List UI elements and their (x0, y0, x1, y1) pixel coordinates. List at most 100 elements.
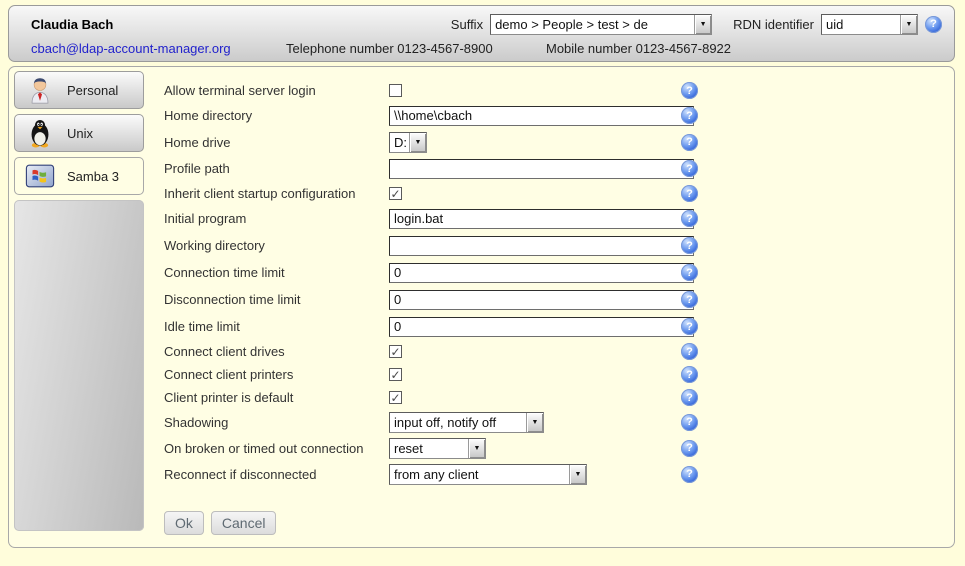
chevron-down-icon[interactable]: ▼ (468, 439, 485, 458)
select-value: reset (390, 439, 468, 458)
field-label: Allow terminal server login (164, 83, 389, 98)
form-row-client-printer-is-default: Client printer is default✓? (156, 386, 726, 409)
help-icon[interactable]: ? (681, 210, 698, 227)
chevron-down-icon[interactable]: ▼ (694, 15, 711, 34)
help-icon[interactable]: ? (681, 318, 698, 335)
help-icon[interactable]: ? (925, 16, 942, 33)
chevron-down-icon[interactable]: ▼ (569, 465, 586, 484)
help-icon[interactable]: ? (681, 414, 698, 431)
select-value: from any client (390, 465, 569, 484)
reconnect-if-disconnected-select[interactable]: from any client▼ (389, 464, 587, 485)
account-edit-panel: Personal Unix (8, 66, 955, 548)
select-value: input off, notify off (390, 413, 526, 432)
help-icon[interactable]: ? (681, 107, 698, 124)
person-icon (25, 75, 55, 105)
select-value: D: (390, 133, 409, 152)
help-icon[interactable]: ? (681, 185, 698, 202)
form-row-on-broken-or-timed-out-connection: On broken or timed out connectionreset▼? (156, 435, 726, 461)
help-icon[interactable]: ? (681, 366, 698, 383)
chevron-down-icon[interactable]: ▼ (900, 15, 917, 34)
form-row-allow-terminal-server-login: Allow terminal server login? (156, 79, 726, 102)
profile-path-input[interactable] (389, 159, 694, 179)
tab-column-filler (14, 200, 144, 531)
on-broken-or-timed-out-connection-select[interactable]: reset▼ (389, 438, 486, 459)
form-row-reconnect-if-disconnected: Reconnect if disconnectedfrom any client… (156, 461, 726, 487)
chevron-down-icon[interactable]: ▼ (526, 413, 543, 432)
help-icon[interactable]: ? (681, 389, 698, 406)
suffix-select-value: demo > People > test > de (491, 15, 694, 34)
tab-unix[interactable]: Unix (14, 114, 144, 152)
samba-terminal-server-form: Allow terminal server login?Home directo… (156, 79, 726, 535)
email-link[interactable]: cbach@ldap-account-manager.org (31, 41, 231, 56)
help-icon[interactable]: ? (681, 82, 698, 99)
mobile-number: Mobile number 0123-4567-8922 (546, 41, 731, 56)
allow-terminal-server-login-checkbox[interactable] (389, 84, 402, 97)
rdn-identifier-label: RDN identifier (733, 17, 814, 32)
tux-icon (25, 118, 55, 148)
help-icon[interactable]: ? (681, 264, 698, 281)
connect-client-drives-checkbox[interactable]: ✓ (389, 345, 402, 358)
inherit-client-startup-configuration-checkbox[interactable]: ✓ (389, 187, 402, 200)
telephone-number: Telephone number 0123-4567-8900 (286, 41, 493, 56)
field-label: Client printer is default (164, 390, 389, 405)
field-label: Shadowing (164, 415, 389, 430)
tab-label: Unix (67, 126, 93, 141)
field-label: Profile path (164, 161, 389, 176)
rdn-identifier-select[interactable]: uid ▼ (821, 14, 918, 35)
idle-time-limit-input[interactable] (389, 317, 694, 337)
form-row-home-directory: Home directory? (156, 102, 726, 129)
help-icon[interactable]: ? (681, 160, 698, 177)
initial-program-input[interactable] (389, 209, 694, 229)
help-icon[interactable]: ? (681, 291, 698, 308)
field-label: Home directory (164, 108, 389, 123)
field-label: Working directory (164, 238, 389, 253)
suffix-label: Suffix (451, 17, 483, 32)
tab-label: Personal (67, 83, 118, 98)
windows-icon (25, 161, 55, 191)
working-directory-input[interactable] (389, 236, 694, 256)
header-row-1: Claudia Bach Suffix demo > People > test… (9, 13, 942, 35)
help-icon[interactable]: ? (681, 237, 698, 254)
form-row-connect-client-printers: Connect client printers✓? (156, 363, 726, 386)
tab-samba-3[interactable]: Samba 3 (14, 157, 144, 195)
account-header: Claudia Bach Suffix demo > People > test… (8, 5, 955, 62)
client-printer-is-default-checkbox[interactable]: ✓ (389, 391, 402, 404)
header-controls: Suffix demo > People > test > de ▼ RDN i… (451, 14, 942, 35)
field-label: Connection time limit (164, 265, 389, 280)
help-icon[interactable]: ? (681, 466, 698, 483)
field-label: Home drive (164, 135, 389, 150)
form-rows: Allow terminal server login?Home directo… (156, 79, 726, 487)
connection-time-limit-input[interactable] (389, 263, 694, 283)
disconnection-time-limit-input[interactable] (389, 290, 694, 310)
field-label: Connect client drives (164, 344, 389, 359)
connect-client-printers-checkbox[interactable]: ✓ (389, 368, 402, 381)
shadowing-select[interactable]: input off, notify off▼ (389, 412, 544, 433)
cancel-button[interactable]: Cancel (211, 511, 277, 535)
ok-button[interactable]: Ok (164, 511, 204, 535)
header-row-2: cbach@ldap-account-manager.org Telephone… (9, 39, 954, 59)
field-label: On broken or timed out connection (164, 441, 389, 456)
lam-page: Claudia Bach Suffix demo > People > test… (0, 0, 965, 566)
field-label: Reconnect if disconnected (164, 467, 389, 482)
account-name: Claudia Bach (31, 17, 113, 32)
form-row-shadowing: Shadowinginput off, notify off▼? (156, 409, 726, 435)
chevron-down-icon[interactable]: ▼ (409, 133, 426, 152)
field-label: Connect client printers (164, 367, 389, 382)
field-label: Initial program (164, 211, 389, 226)
form-row-disconnection-time-limit: Disconnection time limit? (156, 286, 726, 313)
field-label: Idle time limit (164, 319, 389, 334)
form-row-idle-time-limit: Idle time limit? (156, 313, 726, 340)
help-icon[interactable]: ? (681, 440, 698, 457)
module-tabs: Personal Unix (14, 71, 144, 531)
form-row-working-directory: Working directory? (156, 232, 726, 259)
help-icon[interactable]: ? (681, 343, 698, 360)
form-row-initial-program: Initial program? (156, 205, 726, 232)
help-icon[interactable]: ? (681, 134, 698, 151)
home-drive-select[interactable]: D:▼ (389, 132, 427, 153)
form-row-connect-client-drives: Connect client drives✓? (156, 340, 726, 363)
tab-label: Samba 3 (67, 169, 119, 184)
suffix-select[interactable]: demo > People > test > de ▼ (490, 14, 712, 35)
home-directory-input[interactable] (389, 106, 694, 126)
tab-personal[interactable]: Personal (14, 71, 144, 109)
form-buttons: Ok Cancel (156, 511, 726, 535)
